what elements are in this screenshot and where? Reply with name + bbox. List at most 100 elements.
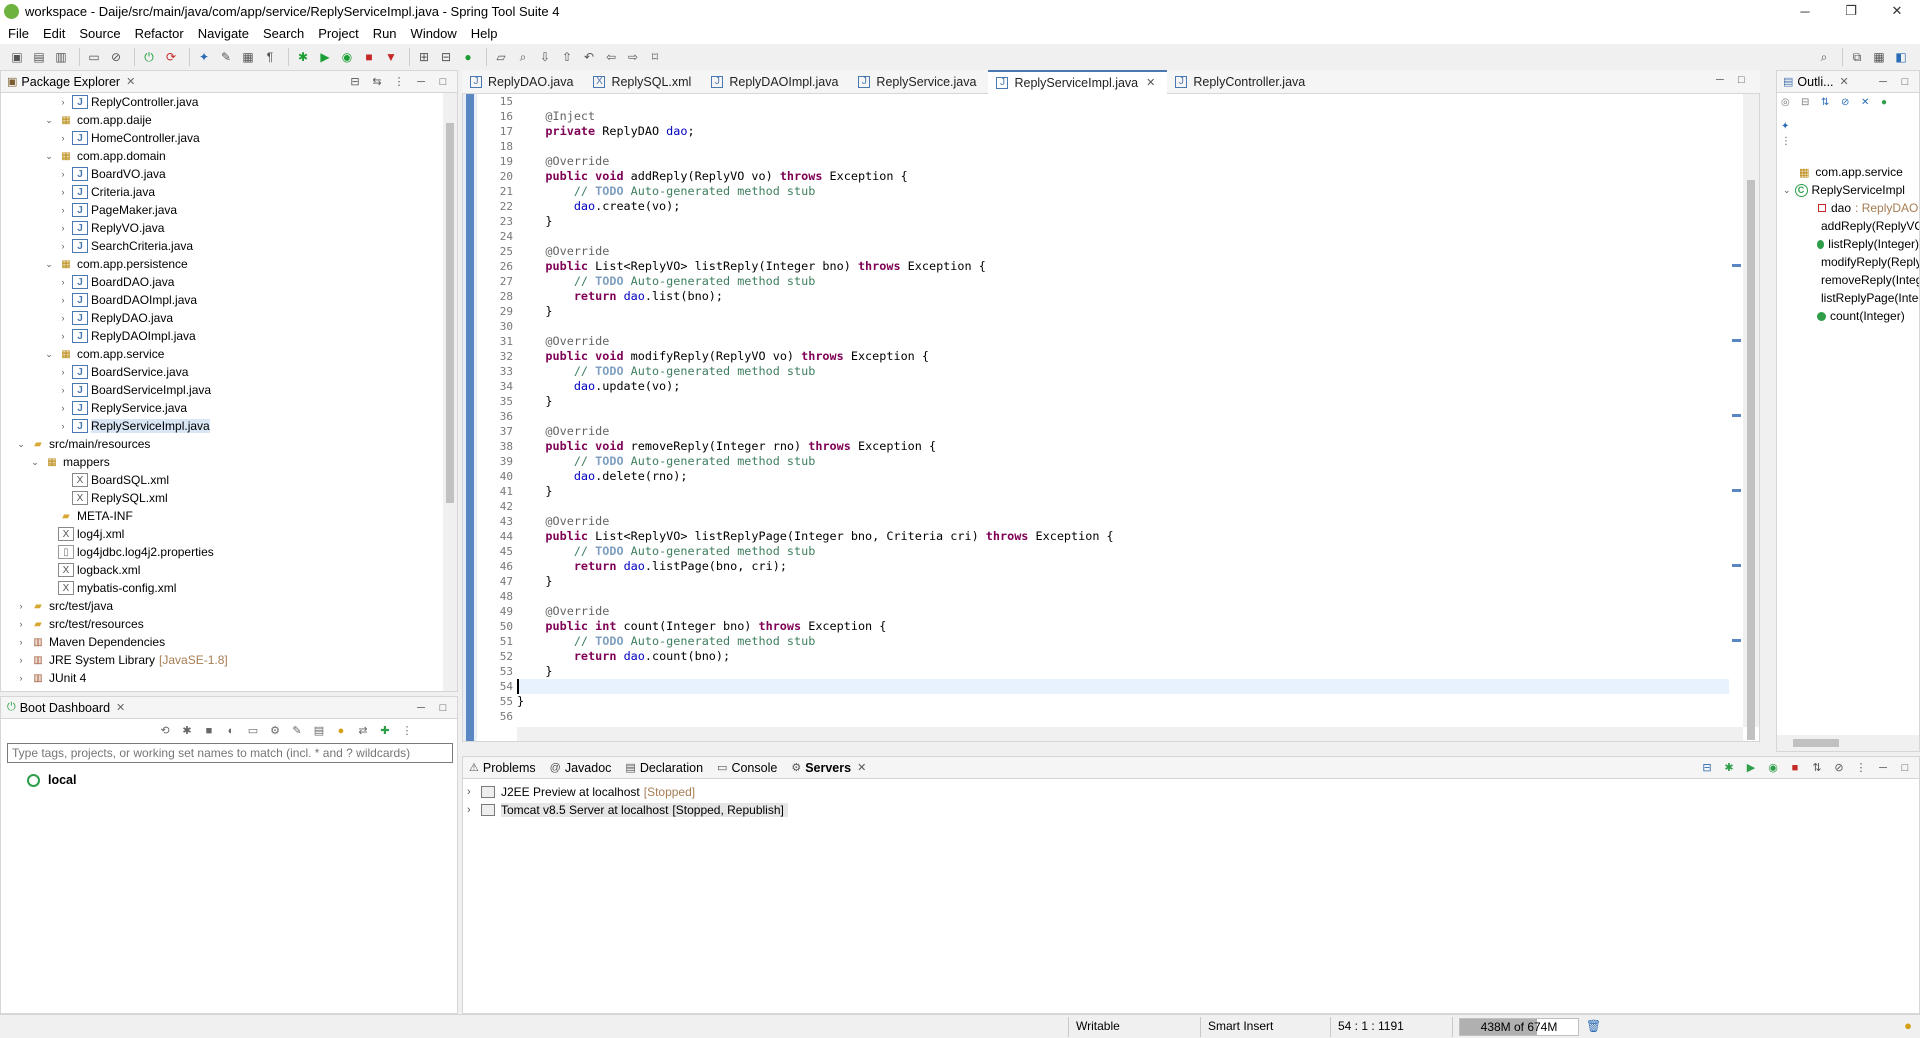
code-line[interactable]: @Override bbox=[517, 244, 1729, 259]
server-row[interactable]: › Tomcat v8.5 Server at localhost [Stopped… bbox=[467, 801, 1919, 819]
code-line[interactable]: return dao.count(bno); bbox=[517, 649, 1729, 664]
hide-fields-icon[interactable]: ⊘ bbox=[1841, 97, 1857, 108]
editor-tab[interactable]: J ReplyServiceImpl.java ✕ bbox=[988, 69, 1168, 94]
tree-item[interactable]: › ▥ Maven Dependencies bbox=[1, 633, 443, 651]
debug-icon[interactable]: ✱ bbox=[294, 48, 312, 66]
code-line[interactable]: // TODO Auto-generated method stub bbox=[517, 364, 1729, 379]
code-line[interactable]: } bbox=[517, 694, 1729, 709]
code-line[interactable]: // TODO Auto-generated method stub bbox=[517, 274, 1729, 289]
outline-item[interactable]: count(Integer) bbox=[1777, 307, 1919, 325]
outline-item[interactable]: removeReply(Integer) bbox=[1777, 271, 1919, 289]
collapsed-chevron-icon[interactable]: › bbox=[57, 187, 69, 197]
hide-static-icon[interactable]: ✕ bbox=[1861, 97, 1877, 108]
tree-item[interactable]: › J ReplyController.java bbox=[1, 93, 443, 111]
tree-item[interactable]: › J SearchCriteria.java bbox=[1, 237, 443, 255]
collapsed-chevron-icon[interactable]: › bbox=[57, 241, 69, 251]
code-line[interactable]: return dao.listPage(bno, cri); bbox=[517, 559, 1729, 574]
tree-item[interactable]: › J BoardVO.java bbox=[1, 165, 443, 183]
menu-refactor[interactable]: Refactor bbox=[135, 26, 184, 41]
code-line[interactable] bbox=[517, 94, 1729, 109]
code-line[interactable]: public void addReply(ReplyVO vo) throws … bbox=[517, 169, 1729, 184]
collapsed-chevron-icon[interactable]: › bbox=[15, 655, 27, 665]
tree-item[interactable]: › J ReplyVO.java bbox=[1, 219, 443, 237]
minimize-view-icon[interactable]: ─ bbox=[413, 700, 429, 716]
debug-restart-icon[interactable]: ✱ bbox=[179, 723, 195, 739]
collapsed-chevron-icon[interactable]: › bbox=[57, 367, 69, 377]
code-line[interactable]: } bbox=[517, 304, 1729, 319]
expanded-chevron-icon[interactable]: ⌄ bbox=[29, 457, 41, 468]
collapsed-chevron-icon[interactable]: › bbox=[57, 169, 69, 179]
overview-marker[interactable] bbox=[1732, 489, 1741, 492]
code-line[interactable]: } bbox=[517, 214, 1729, 229]
code-line[interactable]: @Override bbox=[517, 424, 1729, 439]
code-line[interactable]: @Override bbox=[517, 334, 1729, 349]
code-line[interactable]: public int count(Integer bno) throws Exc… bbox=[517, 619, 1729, 634]
restart-icon[interactable]: ⟲ bbox=[157, 723, 173, 739]
package-explorer-title[interactable]: Package Explorer bbox=[21, 75, 120, 89]
code-line[interactable] bbox=[517, 589, 1729, 604]
open-perspective-icon[interactable]: ⧉ bbox=[1848, 48, 1866, 66]
tree-item[interactable]: › J ReplyServiceImpl.java bbox=[1, 417, 443, 435]
view-menu-icon[interactable]: ⋮ bbox=[1781, 136, 1791, 147]
code-area[interactable]: @Inject private ReplyDAO dao; @Override … bbox=[517, 94, 1729, 727]
external-tools-icon[interactable]: ■ bbox=[360, 48, 378, 66]
forward-icon[interactable]: ⇨ bbox=[624, 48, 642, 66]
collapsed-chevron-icon[interactable]: › bbox=[15, 619, 27, 629]
collapse-icon[interactable]: ⊟ bbox=[1699, 760, 1715, 776]
new-icon[interactable]: ▣ bbox=[8, 48, 26, 66]
minimize-view-icon[interactable]: ─ bbox=[413, 74, 429, 90]
collapsed-chevron-icon[interactable]: › bbox=[57, 133, 69, 143]
code-line[interactable]: @Override bbox=[517, 604, 1729, 619]
code-line[interactable]: dao.create(vo); bbox=[517, 199, 1729, 214]
code-line[interactable]: } bbox=[517, 394, 1729, 409]
sort-icon[interactable]: ⇅ bbox=[1821, 97, 1837, 108]
collapsed-chevron-icon[interactable]: › bbox=[57, 205, 69, 215]
code-line[interactable]: } bbox=[517, 664, 1729, 679]
editor-tab[interactable]: J ReplyService.java bbox=[850, 70, 988, 94]
focus-icon[interactable]: ◎ bbox=[1781, 97, 1797, 108]
menu-help[interactable]: Help bbox=[471, 26, 498, 41]
code-line[interactable]: public List<ReplyVO> listReply(Integer b… bbox=[517, 259, 1729, 274]
code-line[interactable]: // TODO Auto-generated method stub bbox=[517, 454, 1729, 469]
tree-item[interactable]: ⌄ ▦ com.app.service bbox=[1, 345, 443, 363]
disconnect-icon[interactable]: ⊘ bbox=[1831, 760, 1847, 776]
stop-icon[interactable]: ■ bbox=[201, 723, 217, 739]
collapse-all-icon[interactable]: ⊟ bbox=[1801, 97, 1817, 108]
maximize-button[interactable]: ❐ bbox=[1828, 0, 1874, 22]
editor-tab[interactable]: J ReplyDAO.java bbox=[462, 70, 585, 94]
boot-dashboard-icon[interactable]: ⏻ bbox=[140, 48, 158, 66]
maximize-view-icon[interactable]: □ bbox=[1738, 74, 1754, 86]
debug-server-icon[interactable]: ✱ bbox=[1721, 760, 1737, 776]
tree-item[interactable]: Xlog4j.xml bbox=[1, 525, 443, 543]
close-icon[interactable]: ✕ bbox=[1840, 75, 1849, 88]
skip-breakpoints-icon[interactable]: ⊘ bbox=[107, 48, 125, 66]
garbage-collect-icon[interactable]: 🗑 bbox=[1586, 1019, 1601, 1033]
code-line[interactable]: } bbox=[517, 484, 1729, 499]
tree-item[interactable]: ⌄ ▦ com.app.domain bbox=[1, 147, 443, 165]
new-class-icon[interactable]: ● bbox=[459, 48, 477, 66]
collapsed-chevron-icon[interactable]: › bbox=[15, 601, 27, 611]
tree-item[interactable]: ⌄ ▦ mappers bbox=[1, 453, 443, 471]
expanded-chevron-icon[interactable]: ⌄ bbox=[43, 151, 55, 162]
package-explorer-scrollbar[interactable] bbox=[443, 93, 457, 691]
collapsed-chevron-icon[interactable]: › bbox=[57, 277, 69, 287]
tree-item[interactable]: › J ReplyDAOImpl.java bbox=[1, 327, 443, 345]
outline-title[interactable]: Outli... bbox=[1797, 75, 1833, 89]
add-target-icon[interactable]: ✚ bbox=[377, 723, 393, 739]
code-line[interactable]: return dao.list(bno); bbox=[517, 289, 1729, 304]
tree-item[interactable]: › ▰ src/test/java bbox=[1, 597, 443, 615]
overview-marker[interactable] bbox=[1732, 564, 1741, 567]
cursor-position-status[interactable]: 54 : 1 : 1191 bbox=[1338, 1019, 1404, 1033]
open-config-icon[interactable]: ⚙ bbox=[267, 723, 283, 739]
run-last-tool-icon[interactable]: ▼ bbox=[382, 48, 400, 66]
collapsed-chevron-icon[interactable]: › bbox=[57, 385, 69, 395]
tree-item[interactable]: ⌄ ▦ com.app.persistence bbox=[1, 255, 443, 273]
expanded-chevron-icon[interactable]: ⌄ bbox=[1783, 185, 1791, 196]
outline-horizontal-scrollbar[interactable] bbox=[1777, 735, 1919, 751]
code-line[interactable] bbox=[517, 409, 1729, 424]
tree-item[interactable]: Xlogback.xml bbox=[1, 561, 443, 579]
tree-item[interactable]: X BoardSQL.xml bbox=[1, 471, 443, 489]
tree-item[interactable]: ▯ log4jdbc.log4j2.properties bbox=[1, 543, 443, 561]
search-tool-icon[interactable]: ⌕ bbox=[514, 48, 532, 66]
tree-item[interactable]: › J BoardDAO.java bbox=[1, 273, 443, 291]
